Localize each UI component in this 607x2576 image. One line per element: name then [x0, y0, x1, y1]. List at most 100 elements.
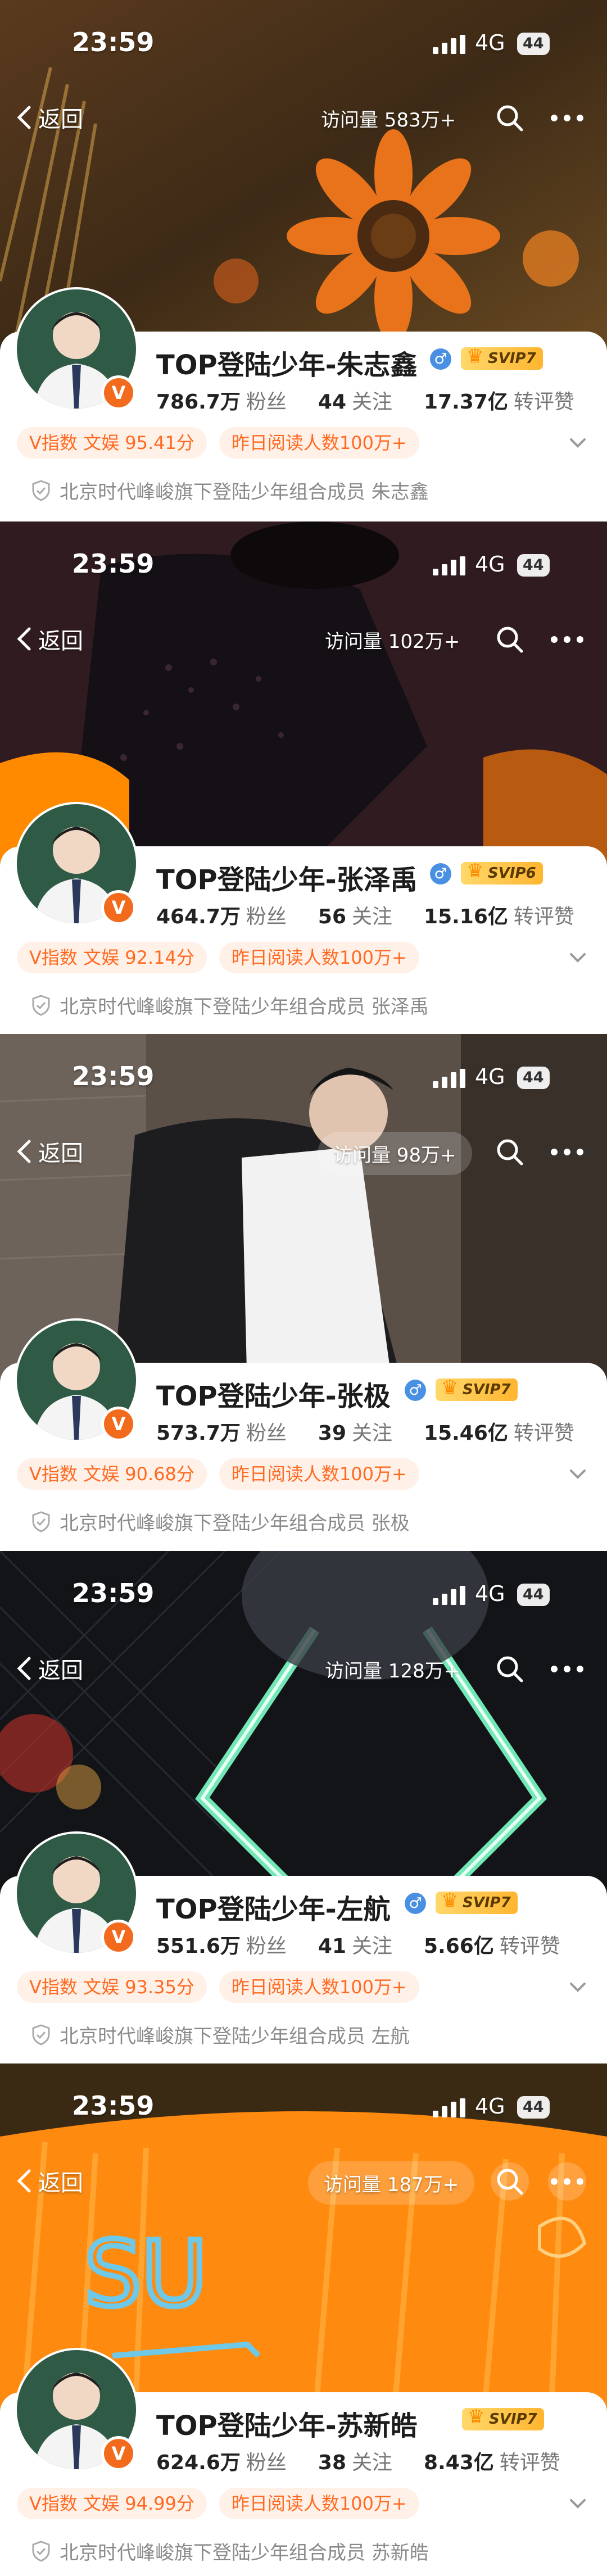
visit-count: 访问量 187万+	[308, 2161, 475, 2205]
chevron-down-icon[interactable]	[568, 1977, 588, 1997]
tag-row: V指数 文娱 90.68分 昨日阅读人数100万+	[17, 1458, 419, 1490]
engagement-count[interactable]: 5.66亿	[424, 1930, 494, 1959]
reads-tag[interactable]: 昨日阅读人数100万+	[219, 2488, 419, 2519]
back-button[interactable]: 返回	[15, 623, 83, 655]
more-icon	[551, 1149, 583, 1155]
more-icon	[551, 2178, 583, 2185]
more-button[interactable]	[548, 620, 586, 659]
following-count[interactable]: 44	[318, 391, 346, 414]
shield-icon	[32, 479, 50, 501]
search-button[interactable]	[491, 1650, 529, 1688]
profile-screenshot-1: 23:59 4G 44 返回 访问量 583万+ V TOP登陆少年-朱志鑫 ♂…	[0, 0, 607, 521]
following-count[interactable]: 56	[318, 905, 346, 928]
status-time: 23:59	[72, 1061, 155, 1091]
male-icon: ♂	[430, 863, 451, 885]
top-nav: 返回 访问量 98万+	[0, 1118, 607, 1180]
engagement-count[interactable]: 15.16亿	[424, 900, 508, 929]
profile-card: V TOP登陆少年-张泽禹 ♂ SVIP6 464.7万粉丝 56 关注 15.1…	[0, 804, 607, 1034]
battery-indicator: 44	[517, 33, 550, 55]
profile-stats: 786.7万 粉丝 44 关注 17.37亿 转评赞	[156, 386, 574, 415]
following-count[interactable]: 39	[318, 1422, 346, 1445]
engagement-count[interactable]: 15.46亿	[424, 1417, 508, 1446]
male-icon: ♂	[430, 348, 451, 370]
search-button[interactable]	[491, 99, 529, 137]
more-button[interactable]	[548, 1133, 586, 1171]
followers-label: 粉丝	[246, 2451, 287, 2474]
search-button[interactable]	[491, 620, 529, 659]
reads-tag[interactable]: 昨日阅读人数100万+	[219, 1971, 419, 2003]
v-index-tag[interactable]: V指数 文娱 93.35分	[17, 1971, 207, 2003]
chevron-down-icon[interactable]	[568, 2493, 588, 2514]
followers-count[interactable]: 573.7万	[156, 1417, 241, 1446]
reads-tag[interactable]: 昨日阅读人数100万+	[219, 427, 419, 459]
status-bar: 23:59 4G 44	[0, 0, 607, 84]
followers-count[interactable]: 624.6万	[156, 2446, 241, 2475]
engagement-label: 转评赞	[513, 391, 574, 414]
shield-icon	[32, 2540, 50, 2562]
more-button[interactable]	[548, 99, 586, 137]
chevron-left-icon	[17, 627, 31, 651]
following-label: 关注	[352, 391, 393, 414]
svip-badge[interactable]: SVIP7	[462, 2406, 544, 2430]
visit-count: 访问量 98万+	[318, 1132, 472, 1175]
engagement-count[interactable]: 17.37亿	[424, 386, 508, 415]
svip-badge[interactable]: SVIP7	[461, 345, 543, 370]
profile-card: V TOP登陆少年-张极 ♂ SVIP7 573.7万粉丝 39 关注 15.46…	[0, 1321, 607, 1551]
verified-badge-icon: V	[101, 1920, 136, 1954]
v-index-tag[interactable]: V指数 文娱 92.14分	[17, 942, 207, 973]
more-icon	[551, 636, 583, 643]
back-button[interactable]: 返回	[15, 2165, 83, 2197]
chevron-left-icon	[17, 106, 31, 129]
profile-screenshot-3: 23:59 4G 44 返回 访问量 98万+ V TOP登陆少年-张极 ♂ S…	[0, 1034, 607, 1551]
profile-name: TOP登陆少年-张极	[156, 1381, 391, 1412]
svip-badge[interactable]: SVIP7	[436, 1889, 518, 1914]
back-button[interactable]: 返回	[15, 1652, 83, 1685]
followers-label: 粉丝	[246, 1935, 287, 1958]
following-count[interactable]: 41	[318, 1935, 346, 1958]
chevron-down-icon[interactable]	[568, 433, 588, 453]
more-button[interactable]	[548, 2162, 586, 2201]
engagement-count[interactable]: 8.43亿	[424, 2446, 494, 2475]
svip-badge[interactable]: SVIP6	[461, 860, 543, 885]
certification-line: 北京时代峰峻旗下登陆少年组合成员 朱志鑫	[31, 477, 429, 504]
network-type: 4G	[475, 1581, 505, 1606]
status-time: 23:59	[72, 27, 155, 57]
search-button[interactable]	[491, 2162, 529, 2201]
followers-label: 粉丝	[246, 905, 287, 928]
visit-count: 访问量 102万+	[325, 631, 460, 653]
back-label: 返回	[38, 1658, 83, 1684]
search-icon	[497, 1139, 523, 1165]
certification-line: 北京时代峰峻旗下登陆少年组合成员 左航	[31, 2021, 410, 2048]
search-button[interactable]	[491, 1133, 529, 1171]
followers-count[interactable]: 464.7万	[156, 900, 241, 929]
svip-badge[interactable]: SVIP7	[436, 1376, 518, 1401]
visit-count: 访问量 128万+	[325, 1660, 460, 1682]
reads-tag[interactable]: 昨日阅读人数100万+	[219, 942, 419, 973]
engagement-label: 转评赞	[513, 905, 574, 928]
reads-tag[interactable]: 昨日阅读人数100万+	[219, 1458, 419, 1490]
following-label: 关注	[352, 905, 393, 928]
chevron-down-icon[interactable]	[568, 947, 588, 968]
network-type: 4G	[475, 2094, 505, 2119]
following-count[interactable]: 38	[318, 2451, 346, 2474]
profile-name: TOP登陆少年-朱志鑫	[156, 350, 418, 381]
chevron-down-icon[interactable]	[568, 1464, 588, 1484]
battery-indicator: 44	[517, 1584, 550, 1606]
status-bar: 23:59 4G 44	[0, 1034, 607, 1118]
back-button[interactable]: 返回	[15, 101, 83, 134]
followers-count[interactable]: 786.7万	[156, 386, 241, 415]
top-nav: 返回 访问量 583万+	[0, 84, 607, 146]
more-button[interactable]	[548, 1650, 586, 1688]
signal-icon	[433, 1586, 468, 1607]
certification-text: 北京时代峰峻旗下登陆少年组合成员 苏新皓	[60, 2542, 429, 2564]
followers-count[interactable]: 551.6万	[156, 1930, 241, 1959]
top-nav: 返回 访问量 102万+	[0, 606, 607, 668]
status-time: 23:59	[72, 2090, 155, 2121]
more-icon	[551, 1666, 583, 1672]
v-index-tag[interactable]: V指数 文娱 94.99分	[17, 2488, 207, 2519]
v-index-tag[interactable]: V指数 文娱 90.68分	[17, 1458, 207, 1490]
v-index-tag[interactable]: V指数 文娱 95.41分	[17, 427, 207, 459]
following-label: 关注	[352, 1422, 393, 1445]
back-button[interactable]: 返回	[15, 1135, 83, 1168]
signal-icon	[433, 1069, 468, 1090]
